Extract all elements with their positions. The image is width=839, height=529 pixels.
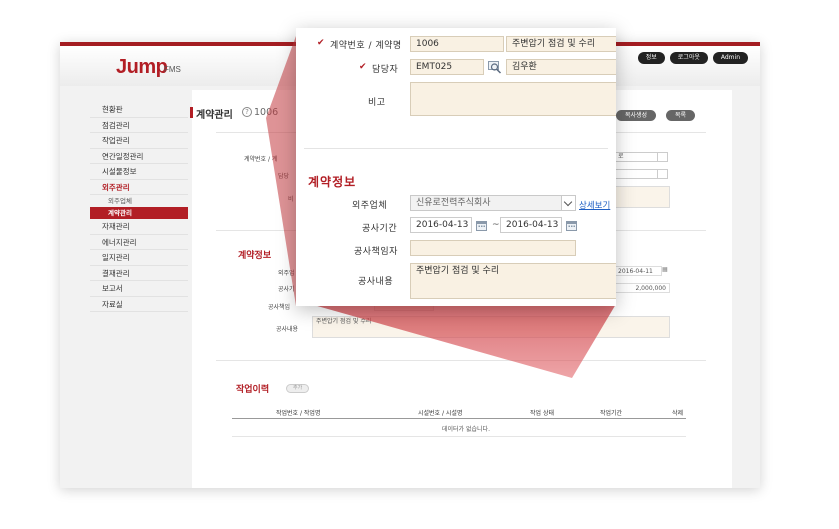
bg-vendor-label: 외주업	[278, 270, 295, 277]
page-title: 계약관리	[190, 106, 233, 121]
contract-label: 계약번호 / 계약명	[317, 38, 402, 51]
logout-button[interactable]: 로그아웃	[669, 52, 708, 64]
vendor-select-value: 신유로전력주식회사	[416, 198, 491, 208]
top-buttons: 정보 로그아웃 Admin	[637, 52, 748, 64]
sidebar-item-energy[interactable]: 에너지관리	[90, 235, 188, 250]
manager-name-field[interactable]: 김우환	[506, 59, 616, 75]
calendar-icon[interactable]	[566, 220, 577, 231]
sidebar-item-archive[interactable]: 자료실	[90, 297, 188, 312]
bg-calendar-icon[interactable]: ▦	[662, 266, 668, 273]
zoom-panel: 계약번호 / 계약명 1006 주변압기 점검 및 수리 담당자 EMT025 …	[296, 28, 616, 306]
history-col-facility: 시설번호 / 시설명	[418, 410, 463, 417]
sidebar: 현황판 점검관리 작업관리 연간일정관리 시설물정보 외주관리 외주업체 계약관…	[90, 102, 188, 312]
vendor-select[interactable]: 신유로전력주식회사	[410, 195, 576, 211]
bg-select-1[interactable]: 로	[614, 152, 668, 162]
contract-info-section-title: 계약정보	[308, 175, 357, 189]
note-label: 비고	[368, 98, 386, 108]
bg-content-field[interactable]: 주변압기 점검 및 수리	[312, 316, 670, 338]
contract-name-field[interactable]: 주변압기 점검 및 수리	[506, 36, 616, 52]
sidebar-item-annual-schedule[interactable]: 연간일정관리	[90, 149, 188, 164]
page-title-number: 1006	[254, 107, 279, 118]
sidebar-item-outsourcing[interactable]: 외주관리	[90, 180, 188, 195]
sidebar-sub-contract[interactable]: 계약관리	[90, 207, 188, 219]
sidebar-item-materials[interactable]: 자재관리	[90, 219, 188, 235]
bg-manager-label: 담당	[278, 173, 290, 180]
search-icon[interactable]	[488, 61, 502, 74]
sidebar-sub-vendor[interactable]: 외주업체	[90, 195, 188, 207]
vendor-detail-link[interactable]: 상세보기	[579, 199, 610, 211]
chevron-down-icon[interactable]	[561, 196, 575, 210]
bg-content-label: 공사내용	[276, 326, 299, 333]
manager-id-field[interactable]: EMT025	[410, 59, 484, 75]
list-button[interactable]: 목록	[666, 110, 696, 121]
bg-note-label: 비	[288, 196, 294, 203]
history-col-period: 작업기간	[600, 410, 623, 417]
sidebar-item-inspection[interactable]: 점검관리	[90, 118, 188, 133]
bg-contract-label: 계약번호 / 계	[244, 156, 278, 163]
start-date-field[interactable]: 2016-04-13	[410, 217, 472, 233]
history-empty: 데이터가 없습니다.	[442, 426, 490, 433]
bg-note-field[interactable]	[614, 186, 670, 208]
period-label: 공사기간	[362, 224, 398, 234]
history-col-delete: 삭제	[672, 410, 684, 417]
history-add-button[interactable]: 추가	[286, 384, 310, 393]
end-date-field[interactable]: 2016-04-13	[500, 217, 562, 233]
history-col-work: 작업번호 / 작업명	[276, 410, 321, 417]
sidebar-item-dashboard[interactable]: 현황판	[90, 102, 188, 118]
logo: Jump	[116, 56, 168, 78]
responsible-field[interactable]	[410, 240, 576, 256]
bg-select-2[interactable]	[614, 169, 668, 179]
manager-label: 담당자	[359, 62, 398, 75]
calendar-icon[interactable]	[476, 220, 487, 231]
sidebar-item-facility[interactable]: 시설물정보	[90, 164, 188, 180]
logo-sub: FMS	[164, 65, 181, 74]
sidebar-item-approval[interactable]: 결재관리	[90, 266, 188, 281]
period-tilde: ~	[492, 220, 500, 230]
sidebar-item-work[interactable]: 작업관리	[90, 133, 188, 149]
content-textarea[interactable]: 주변압기 점검 및 수리	[410, 263, 616, 299]
vendor-label: 외주업체	[352, 201, 388, 211]
history-title: 작업이력	[236, 385, 270, 395]
help-icon[interactable]: ?	[242, 107, 252, 117]
admin-button[interactable]: Admin	[712, 52, 748, 64]
bg-end-date[interactable]: 2016-04-11	[614, 266, 662, 276]
sidebar-item-log[interactable]: 일지관리	[90, 250, 188, 266]
bg-section-title: 계약정보	[238, 251, 272, 261]
bg-amount[interactable]: 2,000,000	[614, 283, 670, 293]
copy-button[interactable]: 목사생성	[616, 110, 657, 121]
history-col-status: 작업 상태	[530, 410, 554, 417]
note-textarea[interactable]	[410, 82, 616, 116]
info-button[interactable]: 정보	[637, 52, 665, 64]
responsible-label: 공사책임자	[354, 247, 398, 257]
sidebar-item-report[interactable]: 보고서	[90, 281, 188, 297]
contract-number-field[interactable]: 1006	[410, 36, 504, 52]
stage: Jump FMS 정보 로그아웃 Admin 현황판 점검관리 작업관리 연간일…	[0, 0, 839, 529]
bg-period-label: 공사기	[278, 286, 295, 293]
content-label: 공사내용	[358, 277, 394, 287]
bg-responsible-label: 공사책임	[268, 304, 291, 311]
